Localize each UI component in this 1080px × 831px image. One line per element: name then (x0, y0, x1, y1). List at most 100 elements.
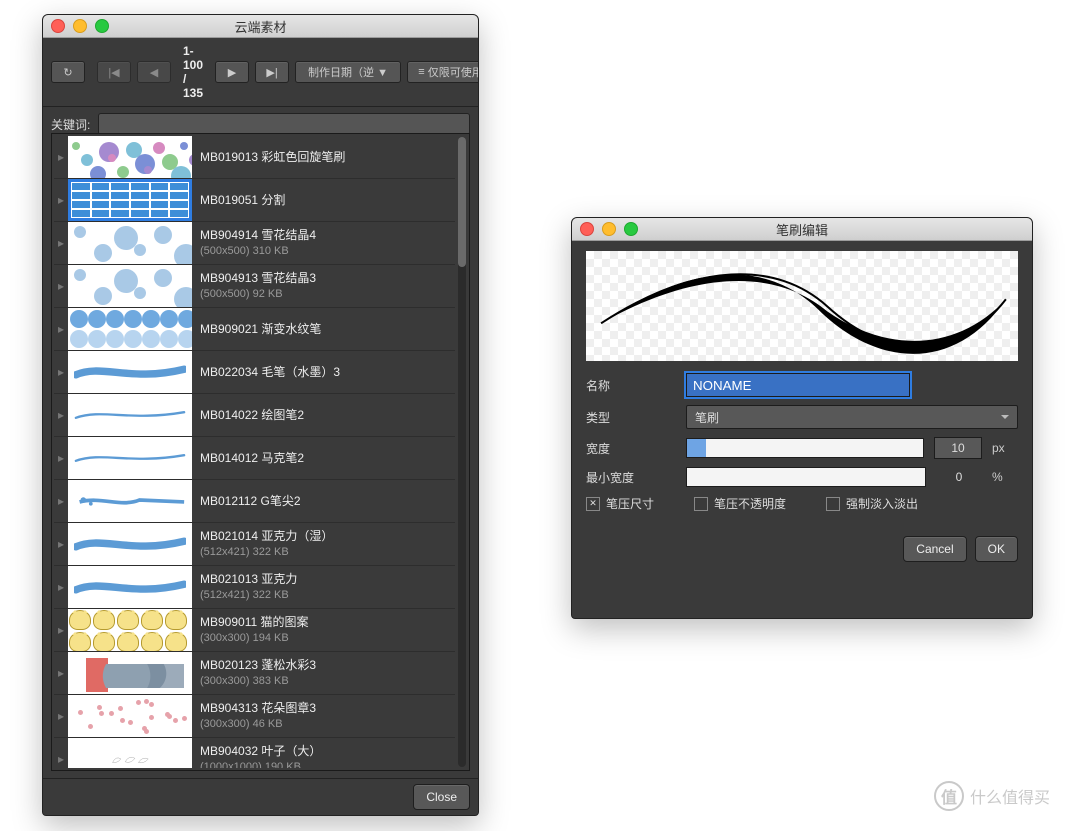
list-item[interactable]: ▸MB019051 分割 (54, 179, 455, 222)
list-item[interactable]: ▸MB909021 渐变水纹笔 (54, 308, 455, 351)
item-meta: MB904913 雪花结晶3(500x500) 92 KB (192, 265, 455, 307)
pressure-opacity-checkbox[interactable]: 笔压不透明度 (694, 495, 786, 512)
expand-icon[interactable]: ▸ (54, 222, 68, 264)
expand-icon[interactable]: ▸ (54, 480, 68, 522)
item-title: MB904913 雪花结晶3 (200, 270, 447, 286)
scroll-thumb[interactable] (458, 137, 466, 267)
item-meta: MB022034 毛笔（水墨）3 (192, 351, 455, 393)
expand-icon[interactable]: ▸ (54, 566, 68, 608)
nav-next-button[interactable]: ▶ (215, 61, 249, 83)
nav-prev-button[interactable]: ◀ (137, 61, 171, 83)
brush-thumbnail (68, 738, 192, 768)
list-item[interactable]: ▸ MB014012 马克笔2 (54, 437, 455, 480)
item-meta: MB909011 猫的图案(300x300) 194 KB (192, 609, 455, 651)
list-item[interactable]: ▸MB904914 雪花结晶4(500x500) 310 KB (54, 222, 455, 265)
nav-last-button[interactable]: ▶| (255, 61, 289, 83)
brush-stroke-icon (586, 251, 1018, 362)
force-fade-checkbox[interactable]: 强制淡入淡出 (826, 495, 918, 512)
list-item[interactable]: ▸MB021013 亚克力(512x421) 322 KB (54, 566, 455, 609)
keyword-label: 关键词: (51, 116, 90, 133)
expand-icon[interactable]: ▸ (54, 136, 68, 178)
brush-thumbnail (68, 695, 192, 737)
expand-icon[interactable]: ▸ (54, 695, 68, 737)
expand-icon[interactable]: ▸ (54, 609, 68, 651)
close-button[interactable]: Close (413, 784, 470, 810)
checkbox-icon (694, 497, 708, 511)
refresh-button[interactable]: ↻ (51, 61, 85, 83)
brush-thumbnail (68, 351, 192, 393)
zoom-icon[interactable] (95, 19, 109, 33)
minimize-icon[interactable] (602, 222, 616, 236)
brush-thumbnail (68, 179, 192, 221)
scrollbar[interactable] (458, 137, 466, 767)
item-meta: MB019013 彩虹色回旋笔刷 (192, 136, 455, 178)
item-title: MB019013 彩虹色回旋笔刷 (200, 149, 447, 165)
list-item[interactable]: ▸ MB012112 G笔尖2 (54, 480, 455, 523)
list-item[interactable]: ▸ MB022034 毛笔（水墨）3 (54, 351, 455, 394)
type-select[interactable]: 笔刷 (686, 405, 1018, 429)
toolbar: ↻ |◀ ◀ 1-100 / 135 ▶ ▶| 制作日期（逆 ▼ ≡ 仅限可使用… (43, 38, 478, 107)
name-label: 名称 (586, 377, 676, 394)
titlebar[interactable]: 云端素材 (43, 15, 478, 38)
type-label: 类型 (586, 409, 676, 426)
item-meta: MB014012 马克笔2 (192, 437, 455, 479)
pressure-size-checkbox[interactable]: 笔压尺寸 (586, 495, 654, 512)
item-title: MB012112 G笔尖2 (200, 493, 447, 509)
item-title: MB014012 马克笔2 (200, 450, 447, 466)
list-item[interactable]: ▸ MB904313 花朵图章3(300x300) 46 KB (54, 695, 455, 738)
list-item[interactable]: ▸MB021014 亚克力（湿）(512x421) 322 KB (54, 523, 455, 566)
list-item[interactable]: ▸MB904032 叶子（大）(1000x1000) 190 KB (54, 738, 455, 768)
item-title: MB909011 猫的图案 (200, 614, 447, 630)
width-unit: px (992, 441, 1018, 455)
expand-icon[interactable]: ▸ (54, 437, 68, 479)
expand-icon[interactable]: ▸ (54, 738, 68, 768)
expand-icon[interactable]: ▸ (54, 351, 68, 393)
item-meta: MB012112 G笔尖2 (192, 480, 455, 522)
minwidth-slider[interactable] (686, 467, 926, 487)
close-icon[interactable] (51, 19, 65, 33)
sort-dropdown[interactable]: 制作日期（逆 ▼ (295, 61, 401, 83)
cancel-button[interactable]: Cancel (903, 536, 966, 562)
list-item[interactable]: ▸ MB909011 猫的图案(300x300) 194 KB (54, 609, 455, 652)
expand-icon[interactable]: ▸ (54, 523, 68, 565)
minwidth-label: 最小宽度 (586, 469, 676, 486)
item-meta: MB014022 绘图笔2 (192, 394, 455, 436)
width-slider[interactable] (686, 438, 924, 458)
brush-thumbnail (68, 265, 192, 307)
watermark-logo-icon: 值 (934, 781, 964, 811)
checkbox-icon (586, 497, 600, 511)
expand-icon[interactable]: ▸ (54, 308, 68, 350)
zoom-icon[interactable] (624, 222, 638, 236)
brush-thumbnail (68, 566, 192, 608)
expand-icon[interactable]: ▸ (54, 652, 68, 694)
footer: Close (43, 778, 478, 815)
brush-thumbnail (68, 437, 192, 479)
item-title: MB014022 绘图笔2 (200, 407, 447, 423)
item-subtitle: (512x421) 322 KB (200, 544, 447, 560)
checkbox-icon (826, 497, 840, 511)
list-item[interactable]: ▸ MB014022 绘图笔2 (54, 394, 455, 437)
usable-only-toggle[interactable]: ≡ 仅限可使用的 (407, 61, 479, 83)
editor-footer: Cancel OK (572, 526, 1032, 576)
item-title: MB020123 蓬松水彩3 (200, 657, 447, 673)
minimize-icon[interactable] (73, 19, 87, 33)
ok-button[interactable]: OK (975, 536, 1018, 562)
expand-icon[interactable]: ▸ (54, 179, 68, 221)
close-icon[interactable] (580, 222, 594, 236)
expand-icon[interactable]: ▸ (54, 265, 68, 307)
watermark-text: 什么值得买 (970, 784, 1050, 808)
item-subtitle: (512x421) 322 KB (200, 587, 447, 603)
keyword-input[interactable] (98, 113, 470, 135)
list-item[interactable]: ▸MB020123 蓬松水彩3(300x300) 383 KB (54, 652, 455, 695)
list-item[interactable]: ▸ MB019013 彩虹色回旋笔刷 (54, 136, 455, 179)
name-input[interactable] (686, 373, 910, 397)
list-item[interactable]: ▸ MB904913 雪花结晶3(500x500) 92 KB (54, 265, 455, 308)
brush-thumbnail (68, 394, 192, 436)
pressure-opacity-label: 笔压不透明度 (714, 495, 786, 512)
expand-icon[interactable]: ▸ (54, 394, 68, 436)
titlebar[interactable]: 笔刷编辑 (572, 218, 1032, 241)
type-value: 笔刷 (695, 409, 719, 426)
item-meta: MB904313 花朵图章3(300x300) 46 KB (192, 695, 455, 737)
width-value[interactable]: 10 (934, 437, 982, 459)
nav-first-button[interactable]: |◀ (97, 61, 131, 83)
